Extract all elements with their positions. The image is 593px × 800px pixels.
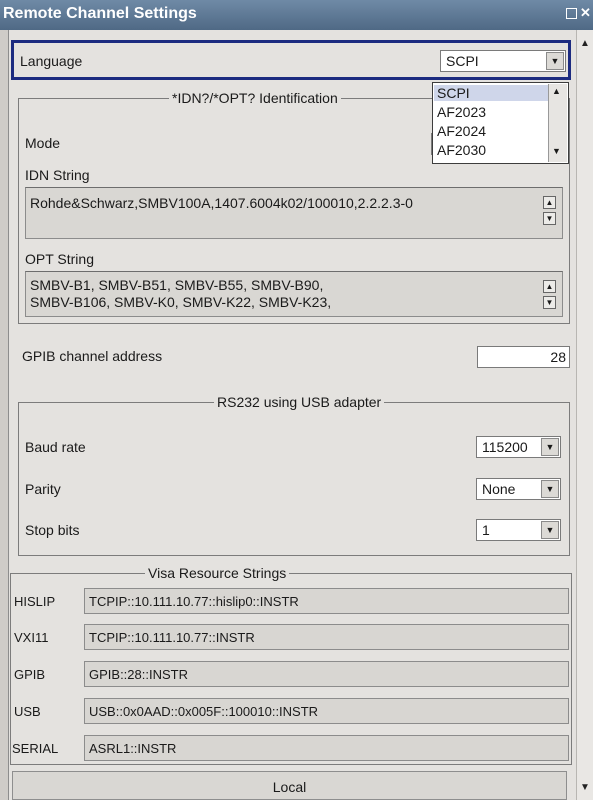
baud-rate-value: 115200 xyxy=(482,439,528,455)
opt-label: OPT String xyxy=(25,251,94,267)
baud-rate-select[interactable]: 115200 ▼ xyxy=(476,436,561,458)
stop-bits-select[interactable]: 1 ▼ xyxy=(476,519,561,541)
rs232-group-title: RS232 using USB adapter xyxy=(214,394,385,410)
language-value: SCPI xyxy=(446,53,479,69)
scroll-down-icon[interactable]: ▼ xyxy=(543,296,556,309)
language-option[interactable]: AF2023 xyxy=(437,104,486,120)
language-option[interactable]: SCPI xyxy=(434,85,550,101)
visa-hislip-value: TCPIP::10.111.10.77::hislip0::INSTR xyxy=(84,588,569,614)
visa-row-label: USB xyxy=(14,704,41,719)
scroll-up-icon[interactable]: ▲ xyxy=(543,280,556,293)
parity-label: Parity xyxy=(25,481,61,497)
chevron-down-icon[interactable]: ▼ xyxy=(541,438,559,456)
close-icon[interactable]: ✕ xyxy=(580,6,591,19)
visa-gpib-value: GPIB::28::INSTR xyxy=(84,661,569,687)
visa-row-label: GPIB xyxy=(14,667,46,682)
local-button[interactable]: Local xyxy=(12,771,567,800)
visa-serial-value: ASRL1::INSTR xyxy=(84,735,569,761)
scroll-up-icon[interactable]: ▲ xyxy=(543,196,556,209)
baud-rate-label: Baud rate xyxy=(25,439,86,455)
opt-string-line2: SMBV-B106, SMBV-K0, SMBV-K22, SMBV-K23, xyxy=(30,294,332,310)
parity-value: None xyxy=(482,481,516,497)
idn-string-value: Rohde&Schwarz,SMBV100A,1407.6004k02/1000… xyxy=(30,195,413,211)
scroll-down-icon[interactable]: ▼ xyxy=(552,146,561,156)
stop-bits-value: 1 xyxy=(482,522,490,538)
gpib-address-input[interactable]: 28 xyxy=(477,346,570,368)
identification-group-title: *IDN?/*OPT? Identification xyxy=(169,90,341,106)
panel-scrollbar[interactable]: ▲ ▼ xyxy=(576,30,593,800)
visa-row-label: HISLIP xyxy=(14,594,56,609)
visa-row-label: SERIAL xyxy=(12,741,59,756)
parity-select[interactable]: None ▼ xyxy=(476,478,561,500)
scroll-down-icon[interactable]: ▼ xyxy=(543,212,556,225)
scroll-up-icon[interactable]: ▲ xyxy=(552,86,561,96)
language-dropdown-list[interactable]: SCPI AF2023 AF2024 AF2030 ▲ ▼ xyxy=(432,82,569,164)
idn-label: IDN String xyxy=(25,167,90,183)
language-row: Language SCPI ▼ xyxy=(11,40,571,80)
opt-string-box[interactable]: SMBV-B1, SMBV-B51, SMBV-B55, SMBV-B90, S… xyxy=(25,271,563,317)
scroll-up-icon[interactable]: ▲ xyxy=(580,38,590,49)
language-option[interactable]: AF2030 xyxy=(437,142,486,158)
title-bar: Remote Channel Settings ✕ xyxy=(0,0,593,30)
visa-row-label: VXI11 xyxy=(14,630,49,645)
chevron-down-icon[interactable]: ▼ xyxy=(541,521,559,539)
language-option[interactable]: AF2024 xyxy=(437,123,486,139)
mode-label: Mode xyxy=(25,135,61,151)
dropdown-scrollbar[interactable]: ▲ ▼ xyxy=(548,84,567,162)
gpib-address-label: GPIB channel address xyxy=(22,348,163,364)
language-select[interactable]: SCPI ▼ xyxy=(440,50,566,72)
window-title: Remote Channel Settings xyxy=(3,5,197,22)
visa-group-title: Visa Resource Strings xyxy=(145,565,290,581)
idn-string-box[interactable]: Rohde&Schwarz,SMBV100A,1407.6004k02/1000… xyxy=(25,187,563,239)
stop-bits-label: Stop bits xyxy=(25,522,80,538)
chevron-down-icon[interactable]: ▼ xyxy=(541,480,559,498)
rs232-group: RS232 using USB adapter Baud rate 115200… xyxy=(18,394,570,556)
restore-icon[interactable] xyxy=(566,8,577,19)
language-label: Language xyxy=(20,53,83,69)
visa-usb-value: USB::0x0AAD::0x005F::100010::INSTR xyxy=(84,698,569,724)
left-strip xyxy=(0,30,8,800)
chevron-down-icon[interactable]: ▼ xyxy=(546,52,564,70)
scroll-down-icon[interactable]: ▼ xyxy=(580,782,590,793)
visa-vxi11-value: TCPIP::10.111.10.77::INSTR xyxy=(84,624,569,650)
